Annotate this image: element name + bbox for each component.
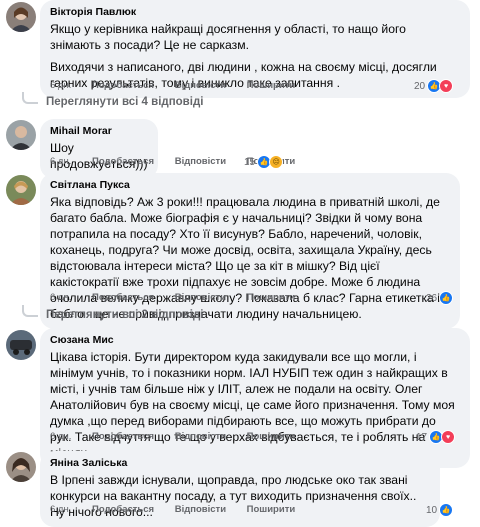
avatar[interactable] (6, 120, 36, 150)
reaction-number: 10 (426, 504, 438, 516)
avatar[interactable] (6, 2, 36, 32)
comment-paragraph: Цікава історія. Бути директором куда зак… (50, 350, 455, 460)
view-replies-link[interactable]: Переглянути всі 2 відповіді (22, 305, 204, 321)
share-button[interactable]: Поширити (247, 504, 296, 515)
share-button[interactable]: Поширити (247, 431, 296, 442)
comment-actions: 6 дн. Подобається Відповісти Поширити (50, 431, 313, 442)
reply-button[interactable]: Відповісти (175, 431, 226, 442)
comment-bubble: Mihail Morar Шоу продовжується))) (40, 119, 158, 179)
reaction-count[interactable]: 17 👍 ♥ (416, 430, 456, 444)
share-button[interactable]: Поширити (247, 292, 296, 303)
comment-time[interactable]: 6 дн. (50, 292, 71, 303)
reply-button[interactable]: Відповісти (175, 292, 226, 303)
comment-author[interactable]: Вікторія Павлюк (50, 6, 460, 19)
like-button[interactable]: Подобається (92, 156, 154, 167)
comment-author[interactable]: Сюзана Мис (50, 334, 460, 347)
comment-bubble: Сюзана Мис Цікава історія. Бути директор… (40, 328, 470, 468)
reaction-count[interactable]: 20 👍 ♥ (414, 79, 454, 93)
like-icon: 👍 (439, 503, 454, 517)
reply-button[interactable]: Відповісти (175, 504, 226, 515)
reaction-count[interactable]: 15 👍 ☹ (244, 155, 284, 169)
comment-time[interactable]: 6 дн. (50, 80, 71, 91)
reaction-count[interactable]: 26 👍 (426, 291, 454, 305)
reaction-number: 17 (416, 431, 428, 443)
comment-author[interactable]: Яніна Заліська (50, 457, 430, 470)
view-replies-label: Переглянути всі 2 відповіді (46, 309, 204, 321)
love-icon: ♥ (441, 430, 456, 444)
like-button[interactable]: Подобається (92, 80, 154, 91)
comment-actions: 6 дн. Подобається Відповісти Поширити (50, 292, 313, 303)
avatar[interactable] (6, 175, 36, 205)
thread-connector (22, 92, 38, 104)
comment-time[interactable]: 6 дн. (50, 504, 71, 515)
share-button[interactable]: Поширити (247, 80, 296, 91)
like-button[interactable]: Подобається (92, 504, 154, 515)
view-replies-label: Переглянути всі 4 відповіді (46, 96, 204, 108)
view-replies-link[interactable]: Переглянути всі 4 відповіді (22, 92, 204, 108)
thread-connector (22, 305, 38, 317)
love-icon: ♥ (439, 79, 454, 93)
comment-time[interactable]: 6 дн. (50, 156, 71, 167)
reaction-number: 15 (244, 156, 256, 168)
avatar[interactable] (6, 452, 36, 482)
like-button[interactable]: Подобається (92, 292, 154, 303)
sad-icon: ☹ (269, 155, 284, 169)
like-button[interactable]: Подобається (92, 431, 154, 442)
comment-actions: 6 дн. Подобається Відповісти Поширити (50, 80, 313, 91)
like-icon: 👍 (439, 291, 454, 305)
comment-time[interactable]: 6 дн. (50, 431, 71, 442)
reply-button[interactable]: Відповісти (175, 80, 226, 91)
avatar[interactable] (6, 330, 36, 360)
reaction-number: 20 (414, 80, 426, 92)
reaction-number: 26 (426, 292, 438, 304)
comment-text: Цікава історія. Бути директором куда зак… (50, 349, 460, 461)
comment-actions: 6 дн. Подобається Відповісти Поширити (50, 504, 313, 515)
comment-bubble: Яніна Заліська В Ірпені завжди існували,… (40, 451, 440, 527)
comment-author[interactable]: Mihail Morar (50, 125, 148, 138)
reply-button[interactable]: Відповісти (175, 156, 226, 167)
comment-bubble: Світлана Пукса Яка відповідь? Аж 3 роки!… (40, 173, 460, 329)
comment-author[interactable]: Світлана Пукса (50, 179, 450, 192)
comment-paragraph: Якщо у керівника найкращі досягнення у о… (50, 22, 406, 52)
reaction-count[interactable]: 10 👍 (426, 503, 454, 517)
